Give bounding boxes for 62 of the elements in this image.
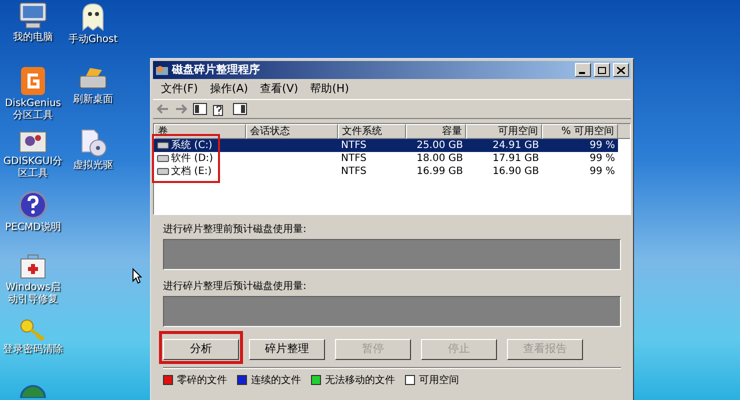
table-cell: 99 %	[590, 166, 615, 178]
table-cell: 18.00 GB	[416, 152, 463, 164]
close-button[interactable]	[613, 63, 629, 77]
disk-tool-icon	[20, 66, 46, 96]
table-cell: 16.90 GB	[492, 166, 539, 178]
table-cell: NTFS	[341, 166, 367, 178]
table-cell: 文档 (E:)	[171, 166, 212, 178]
table-cell: NTFS	[341, 140, 367, 152]
drive-icon	[157, 142, 169, 149]
panel-icon[interactable]	[233, 103, 247, 115]
legend-label: 零碎的文件	[177, 374, 227, 388]
panel-icon[interactable]	[193, 103, 207, 115]
drive-icon	[157, 155, 169, 162]
minimize-button[interactable]	[575, 63, 591, 77]
drive-icon	[157, 168, 169, 175]
legend-label: 无法移动的文件	[325, 374, 395, 388]
ghost-icon	[80, 2, 106, 32]
column-header[interactable]: 会话状态	[246, 124, 338, 139]
column-header[interactable]: 文件系统	[338, 124, 406, 139]
column-header[interactable]: % 可用空间	[542, 124, 618, 139]
desktop-icon-label[interactable]: DiskGenius分区工具	[2, 98, 64, 122]
legend-label: 连续的文件	[251, 374, 301, 388]
desktop-icon-label[interactable]: 我的电脑	[13, 32, 53, 44]
maximize-button[interactable]	[594, 63, 610, 77]
table-cell: 16.99 GB	[416, 166, 463, 178]
mouse-pointer-icon	[132, 268, 142, 284]
desktop-icon-label[interactable]: 刷新桌面	[73, 94, 113, 106]
first-aid-kit-icon	[18, 252, 48, 280]
window-title: 磁盘碎片整理程序	[172, 62, 261, 78]
usage-before-label: 进行碎片整理前预计磁盘使用量:	[163, 223, 308, 237]
desktop-icon-label[interactable]: GDISKGUI分区工具	[2, 156, 64, 180]
globe-icon	[19, 384, 47, 398]
desktop-icon-label[interactable]: 手动Ghost	[68, 34, 118, 46]
menu-item[interactable]: 查看(V)	[256, 80, 302, 98]
action-button[interactable]: 碎片整理	[249, 338, 325, 360]
volume-row[interactable]: 文档 (E:) NTFS 16.99 GB 16.90 GB 99 %	[154, 165, 618, 178]
defrag-app-icon	[155, 63, 169, 77]
computer-icon	[18, 2, 48, 30]
menu-item[interactable]: 文件(F)	[157, 80, 202, 98]
maximize-icon	[598, 66, 606, 74]
column-header[interactable]: 容量	[406, 124, 466, 139]
table-cell: 99 %	[590, 152, 615, 164]
menu-item[interactable]: 操作(A)	[206, 80, 252, 98]
usage-after-label: 进行碎片整理后预计磁盘使用量:	[163, 280, 308, 294]
column-header[interactable]: 可用空间	[466, 124, 542, 139]
legend-label: 可用空间	[419, 374, 459, 388]
close-icon	[617, 66, 625, 74]
key-icon	[19, 318, 47, 342]
desktop-icon-label[interactable]: 虚拟光驱	[73, 160, 113, 172]
menu-item[interactable]: 帮助(H)	[306, 80, 353, 98]
table-cell: 17.91 GB	[492, 152, 539, 164]
volume-row[interactable]: 系统 (C:) NTFS 25.00 GB 24.91 GB 99 %	[154, 139, 618, 152]
table-cell: 24.91 GB	[492, 140, 539, 152]
volume-row[interactable]: 软件 (D:) NTFS 18.00 GB 17.91 GB 99 %	[154, 152, 618, 165]
action-button[interactable]: 分析	[163, 338, 239, 360]
disc-icon	[79, 128, 107, 158]
table-cell: 25.00 GB	[416, 140, 463, 152]
table-cell: 99 %	[590, 140, 615, 152]
help-icon	[18, 190, 48, 220]
table-cell: 系统 (C:)	[171, 140, 212, 152]
table-cell: NTFS	[341, 152, 367, 164]
table-cell: 软件 (D:)	[171, 152, 214, 164]
